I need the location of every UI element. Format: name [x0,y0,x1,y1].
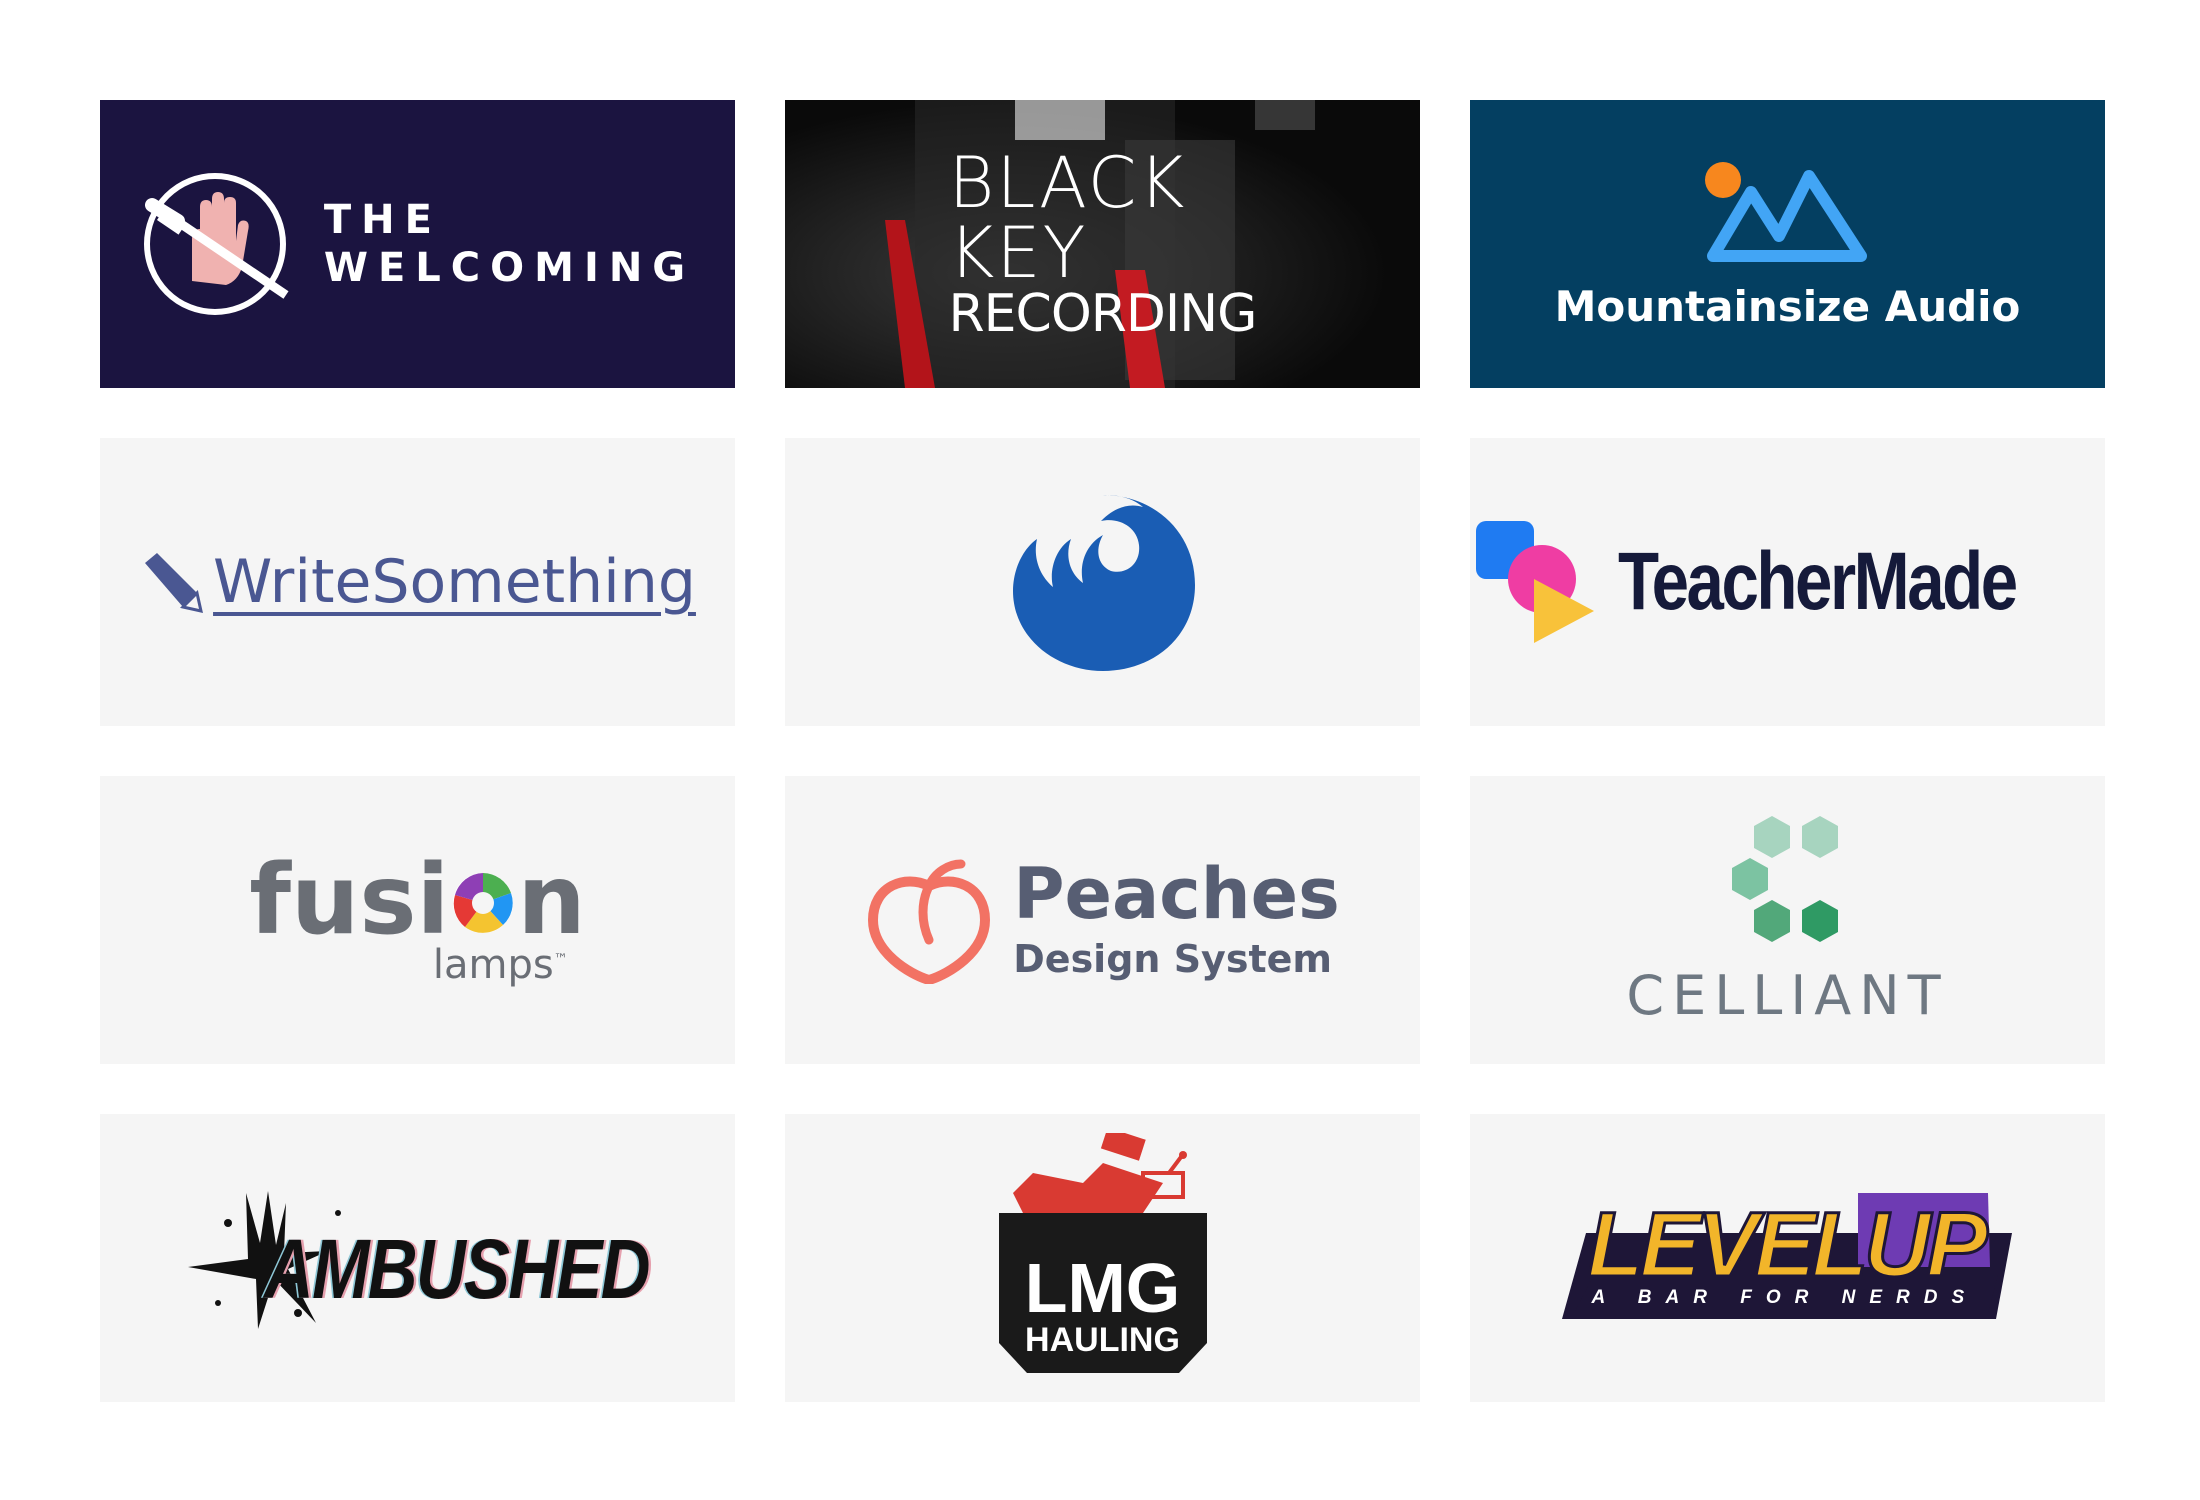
blue-bird-icon [1012,495,1195,671]
peaches-title: Peaches [1013,853,1340,935]
the-welcoming-logo: THE WELCOMING [140,169,695,319]
hand-dagger-icon [143,173,289,315]
logo-card-fusion-lamps: fusi n lamps™ [100,776,735,1064]
pencil-icon [145,553,204,613]
black-key-line3: RECORDING [948,284,1258,344]
logo-card-the-welcoming: THE WELCOMING [100,100,735,388]
fusion-text-end: n [517,844,586,956]
lmg-title: LMG [1024,1249,1181,1327]
peach-icon [868,859,991,984]
logo-card-level-up: LEVELUP A BAR FOR NERDS [1470,1114,2105,1402]
level-text: LEVEL [1586,1194,1869,1296]
writesomething-logo: WriteSomething [139,547,696,617]
level-up-wordmark: LEVELUP [1586,1198,1989,1293]
logo-card-writesomething: WriteSomething [100,438,735,726]
the-welcoming-wordmark: THE WELCOMING [324,196,695,292]
teachermade-logo: TeacherMade [1472,517,2103,647]
logo-card-ambushed: AMBUSHED [100,1114,735,1402]
lamps-text: lamps [432,942,554,988]
peaches-wordmark: Peaches Design System [1013,859,1339,981]
logo-card-celliant: CELLIANT [1470,776,2105,1064]
the-welcoming-line2: WELCOMING [323,245,696,291]
fusion-lamps-logo: fusi n lamps™ [249,852,586,988]
lmg-subtitle: HAULING [1025,1321,1180,1359]
trademark-mark: ™ [553,951,568,968]
fusion-wordmark: fusi n [249,852,586,948]
level-up-tagline: A BAR FOR NERDS [1591,1287,1979,1308]
logo-card-blue-bird [785,438,1420,726]
black-key-recording-wordmark: BLACK KEY RECORDING [948,142,1258,344]
peaches-subtitle: Design System [1013,937,1332,981]
mountainsize-audio-wordmark: Mountainsize Audio [1554,281,2021,331]
ambushed-logo: AMBUSHED [187,1183,651,1333]
ambushed-wordmark: AMBUSHED [263,1222,651,1316]
lamps-wordmark: lamps™ [433,942,568,988]
writesomething-wordmark: WriteSomething [213,547,696,617]
the-welcoming-line1: THE [323,197,442,243]
celliant-wordmark: CELLIANT [1626,963,1949,1027]
fusion-text-start: fusi [249,844,450,956]
teachermade-wordmark: TeacherMade [1617,536,2018,627]
logo-card-mountainsize-audio: Mountainsize Audio [1470,100,2105,388]
hexagon-cluster-icon [1731,815,1838,942]
lmg-hauling-logo: LMG HAULING [993,1133,1213,1383]
black-key-line2: KEY [948,212,1088,294]
celliant-logo: CELLIANT [1626,814,1948,1027]
logo-card-peaches-design-system: Peaches Design System [785,776,1420,1064]
level-up-logo: LEVELUP A BAR FOR NERDS [1558,1193,2018,1323]
mountainsize-audio-logo: Mountainsize Audio [1554,158,2021,331]
logo-grid: THE WELCOMING BLACK KEY RECORDING Mounta… [100,100,2105,1402]
up-text: UP [1862,1194,1989,1296]
logo-card-lmg-hauling: LMG HAULING [785,1114,1420,1402]
logo-card-teachermade: TeacherMade [1470,438,2105,726]
mountain-sun-icon [1704,161,1867,262]
shapes-play-icon [1475,521,1594,643]
color-wheel-icon [453,873,514,933]
black-key-line1: BLACK [948,142,1187,224]
logo-card-black-key-recording: BLACK KEY RECORDING [785,100,1420,388]
peaches-logo: Peaches Design System [865,856,1340,984]
